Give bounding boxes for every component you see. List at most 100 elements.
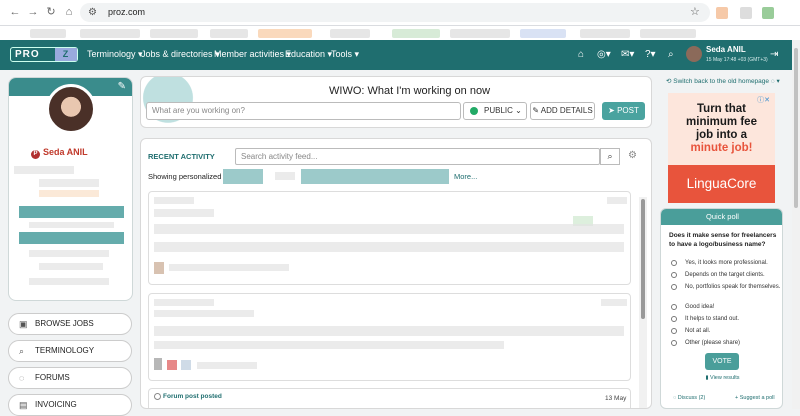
add-details-button[interactable]: ✎ ADD DETAILS bbox=[530, 102, 595, 120]
showing-text: Showing personalized bbox=[148, 172, 222, 181]
more-link[interactable]: More... bbox=[454, 172, 477, 181]
ad-brand: LinguaCore bbox=[668, 165, 775, 203]
linguacore-ad[interactable]: ⓘ✕ Turn that minimum fee job into a minu… bbox=[668, 93, 775, 203]
poll-option[interactable]: No, portfolios speak for themselves. bbox=[671, 283, 781, 299]
url-text: proz.com bbox=[108, 7, 146, 17]
wiwo-input[interactable]: What are you working on? bbox=[146, 102, 461, 120]
profile-avatar[interactable] bbox=[46, 84, 96, 134]
menu-terminology[interactable]: Terminology ▾ bbox=[87, 49, 143, 60]
menu-member-activities[interactable]: Member activities ▾ bbox=[214, 49, 291, 60]
back-icon[interactable]: ← bbox=[8, 5, 22, 19]
forums-button[interactable]: ◌ FORUMS bbox=[8, 367, 132, 389]
poll-option[interactable]: It helps to stand out. bbox=[671, 315, 781, 323]
forward-icon[interactable]: → bbox=[26, 5, 40, 19]
terminology-button[interactable]: ⌕ TERMINOLOGY bbox=[8, 340, 132, 362]
forums-label: FORUMS bbox=[35, 373, 70, 382]
browser-toolbar: ← → ↻ ⌂ ⚙ proz.com ☆ bbox=[0, 0, 800, 26]
menu-jobs-directories[interactable]: Jobs & directories ▾ bbox=[141, 49, 220, 60]
browse-jobs-label: BROWSE JOBS bbox=[35, 319, 94, 328]
poll-option-label: Good idea! bbox=[685, 304, 715, 310]
home-icon[interactable]: ⌂ bbox=[578, 49, 584, 60]
help-icon[interactable]: ?▾ bbox=[645, 49, 656, 60]
search-icon[interactable]: ⌕ bbox=[600, 148, 620, 165]
poll-option[interactable]: Good idea! bbox=[671, 303, 781, 311]
address-bar[interactable]: ⚙ proz.com bbox=[80, 3, 710, 22]
globe-icon bbox=[470, 107, 478, 115]
briefcase-icon: ▣ bbox=[19, 319, 28, 329]
reload-icon[interactable]: ↻ bbox=[44, 5, 58, 19]
radio-icon[interactable] bbox=[671, 328, 677, 334]
user-name[interactable]: Seda ANIL bbox=[706, 45, 746, 54]
extension-icon[interactable] bbox=[762, 7, 774, 19]
poll-option[interactable]: Yes, it looks more professional. bbox=[671, 259, 781, 267]
discuss-label: Discuss (2) bbox=[677, 395, 706, 401]
extension-icon[interactable] bbox=[740, 7, 752, 19]
home-icon[interactable]: ⌂ bbox=[62, 5, 76, 19]
profile-name[interactable]: P Seda ANIL bbox=[31, 147, 88, 159]
poll-option[interactable]: Not at all. bbox=[671, 327, 781, 335]
proz-logo[interactable]: PRO Z bbox=[10, 47, 78, 62]
browse-jobs-button[interactable]: ▣ BROWSE JOBS bbox=[8, 313, 132, 335]
recent-activity-panel: RECENT ACTIVITY Search activity feed... … bbox=[140, 138, 652, 409]
quick-poll-panel: Quick poll Does it make sense for freela… bbox=[660, 208, 783, 409]
radio-icon[interactable] bbox=[671, 316, 677, 322]
site-navbar: PRO Z Terminology ▾ Jobs & directories ▾… bbox=[0, 40, 796, 70]
invoicing-label: INVOICING bbox=[35, 400, 77, 409]
switch-old-homepage-link[interactable]: ⟲ Switch back to the old homepage ◌ ▾ bbox=[666, 77, 780, 85]
poll-option-label: Depends on the target clients. bbox=[685, 272, 765, 278]
ad-headline: Turn that minimum fee job into a minute … bbox=[668, 103, 775, 155]
poll-option-label: Other (please share) bbox=[685, 340, 741, 346]
profile-card: ✎ P Seda ANIL bbox=[8, 77, 133, 301]
search-icon: ⌕ bbox=[19, 346, 25, 356]
view-results-link[interactable]: ▮ View results bbox=[661, 375, 782, 381]
poll-option[interactable]: Other (please share) bbox=[671, 339, 781, 347]
radio-icon[interactable] bbox=[671, 260, 677, 266]
search-icon[interactable]: ⌕ bbox=[668, 49, 674, 60]
switch-link-text: Switch back to the old homepage bbox=[673, 78, 770, 85]
terminology-label: TERMINOLOGY bbox=[35, 346, 95, 355]
logout-icon[interactable]: ⇥ bbox=[770, 49, 778, 60]
user-time: 15 May 17:48 +03 (GMT+3) bbox=[706, 57, 768, 63]
ad-line-1: Turn that bbox=[697, 103, 746, 115]
visibility-value: PUBLIC bbox=[484, 106, 513, 115]
radio-icon[interactable] bbox=[671, 304, 677, 310]
page-scrollbar-thumb[interactable] bbox=[794, 48, 798, 208]
invoicing-button[interactable]: ▤ INVOICING bbox=[8, 394, 132, 416]
recent-activity-title: RECENT ACTIVITY bbox=[148, 152, 215, 161]
wiwo-title: WIWO: What I'm working on now bbox=[329, 85, 491, 97]
ad-line-2: minimum fee bbox=[686, 116, 757, 128]
poll-option-label: It helps to stand out. bbox=[685, 316, 740, 322]
forum-post-date: 13 May bbox=[605, 395, 627, 402]
activity-scrollbar-thumb[interactable] bbox=[641, 199, 645, 319]
globe-icon[interactable]: ◎▾ bbox=[597, 49, 611, 60]
poll-option-label: Not at all. bbox=[685, 328, 711, 334]
profile-name-text: Seda ANIL bbox=[43, 147, 88, 157]
radio-icon[interactable] bbox=[671, 272, 677, 278]
post-button[interactable]: ➤ POST bbox=[602, 102, 645, 120]
quick-poll-title: Quick poll bbox=[661, 209, 782, 225]
mail-icon[interactable]: ✉▾ bbox=[621, 49, 634, 60]
poll-option[interactable]: Depends on the target clients. bbox=[671, 271, 781, 279]
menu-tools[interactable]: Tools ▾ bbox=[331, 49, 359, 60]
gear-icon[interactable]: ⚙ bbox=[628, 150, 637, 161]
radio-icon[interactable] bbox=[671, 340, 677, 346]
vote-button[interactable]: VOTE bbox=[705, 353, 739, 370]
edit-pencil-icon[interactable]: ✎ bbox=[118, 81, 126, 92]
activity-search-input[interactable]: Search activity feed... bbox=[235, 148, 600, 165]
star-icon[interactable]: ☆ bbox=[690, 5, 700, 18]
forum-post-label[interactable]: Forum post posted bbox=[163, 393, 222, 400]
extension-icon[interactable] bbox=[716, 7, 728, 19]
bookmarks-bar bbox=[0, 26, 800, 40]
suggest-poll-link[interactable]: + Suggest a poll bbox=[735, 395, 775, 401]
logo-z: Z bbox=[55, 48, 77, 61]
activity-item bbox=[148, 293, 631, 381]
logo-text: PRO bbox=[15, 49, 40, 60]
menu-education[interactable]: Education ▾ bbox=[285, 49, 332, 60]
radio-icon[interactable] bbox=[671, 284, 677, 290]
discuss-link[interactable]: ◌ Discuss (2) bbox=[673, 395, 705, 401]
user-avatar[interactable] bbox=[686, 46, 702, 62]
site-info-icon[interactable]: ⚙ bbox=[88, 3, 97, 22]
visibility-select[interactable]: PUBLIC ⌄ bbox=[463, 102, 527, 120]
ad-line-3: job into a bbox=[695, 129, 748, 141]
chat-bubble-icon: ◌ bbox=[19, 373, 25, 383]
